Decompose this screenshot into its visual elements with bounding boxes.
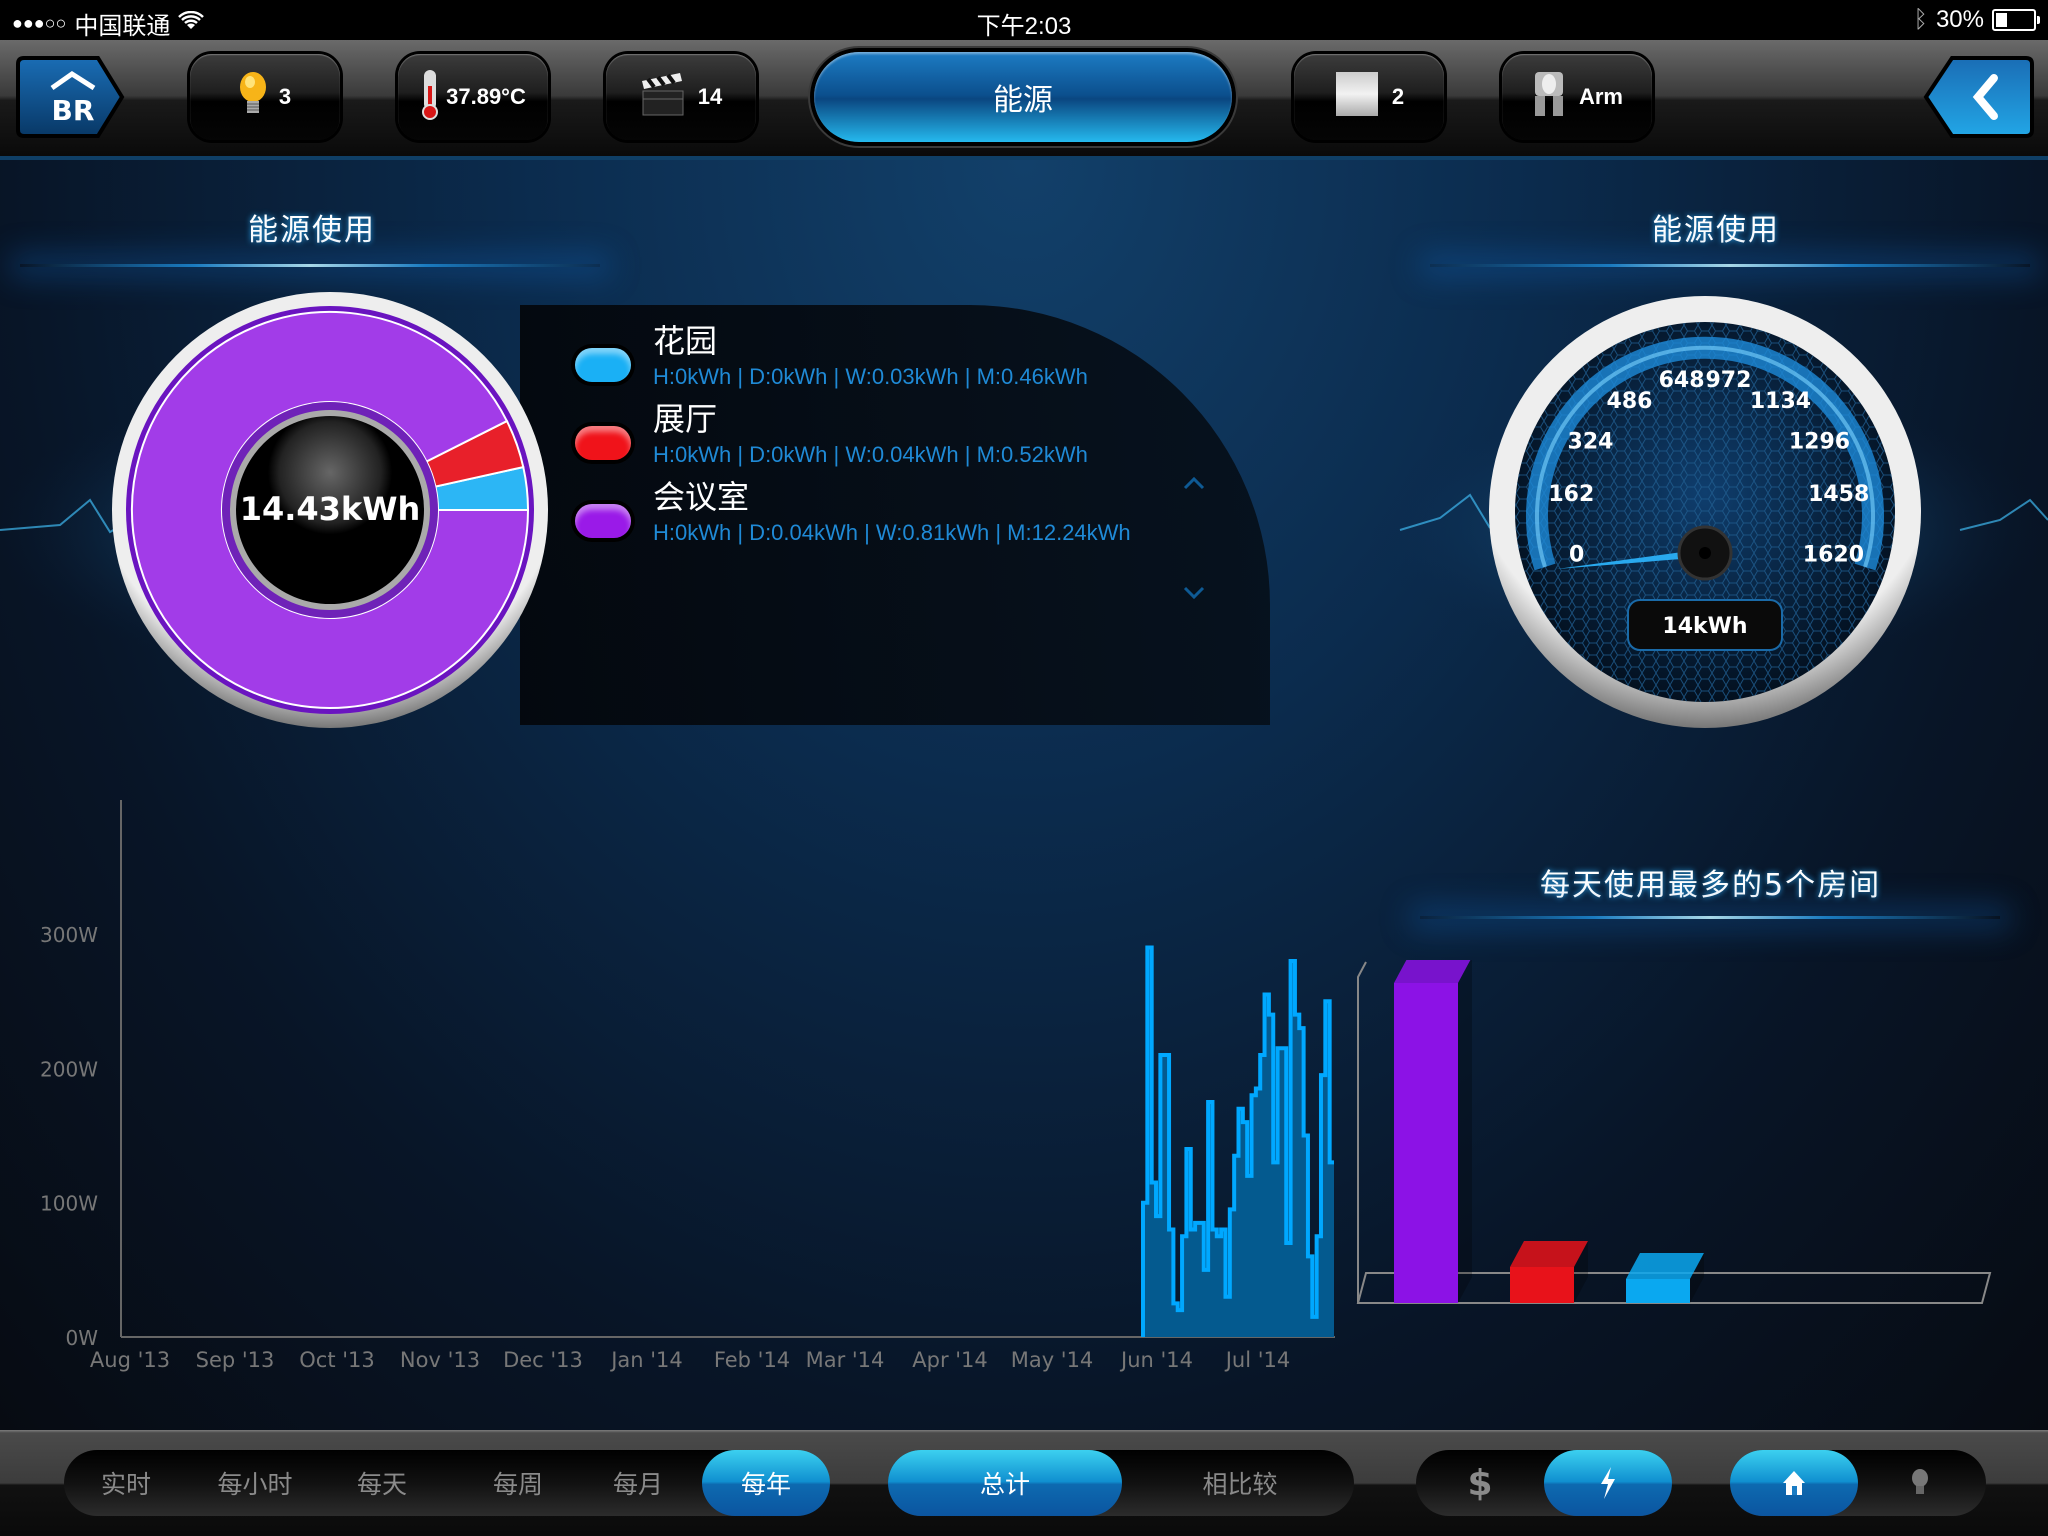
title-divider xyxy=(1420,916,2000,919)
legend-room-detail: H:0kWh | D:0kWh | W:0.03kWh | M:0.46kWh xyxy=(653,364,1088,389)
gauge-readout: 14kWh xyxy=(1662,614,1747,639)
bluetooth-icon: ᛒ xyxy=(1913,6,1928,33)
security-tile[interactable]: Arm xyxy=(1502,54,1652,140)
legend-room-name: 展厅 xyxy=(653,400,718,438)
bar-front xyxy=(1394,983,1458,1303)
gauge-tick-label: 1620 xyxy=(1803,543,1864,568)
shutter-icon xyxy=(1334,70,1380,124)
energy-gauge: 0 162 324 486648 9721134 1296 1458 1620 14kWh xyxy=(1489,296,1921,728)
gauge-tick-label: 1458 xyxy=(1808,482,1869,507)
period-weekly[interactable]: 每周 xyxy=(478,1450,558,1516)
legend-swatch xyxy=(575,426,631,460)
top-rooms-bar-chart xyxy=(1356,960,1992,1304)
x-tick-label: Dec '13 xyxy=(503,1348,583,1372)
bottom-bar: 实时 每小时 每天 每周 每月 每年 总计 相比较 $ xyxy=(0,1430,2048,1536)
x-tick-label: May '14 xyxy=(1011,1348,1094,1372)
gauge-tick-label: 1296 xyxy=(1789,429,1850,454)
right-panel-title: 能源使用 xyxy=(1652,213,1780,248)
top-rooms-title: 每天使用最多的5个房间 xyxy=(1540,868,1882,903)
donut-total-label: 14.43kWh xyxy=(240,490,421,528)
lights-tile[interactable]: 3 xyxy=(190,54,340,140)
status-bar: ●●●○○ 中国联通 下午2:03 ᛒ 30% xyxy=(0,0,2048,40)
battery-fill xyxy=(1996,13,2007,27)
mode-compare[interactable]: 相比较 xyxy=(1160,1450,1320,1516)
bar-front xyxy=(1510,1267,1574,1303)
scroll-down-button[interactable] xyxy=(1182,578,1206,608)
y-tick-label: 0W xyxy=(66,1326,99,1350)
security-status: Arm xyxy=(1578,84,1623,109)
legend-room-name: 会议室 xyxy=(653,478,750,516)
y-tick-label: 300W xyxy=(40,923,98,947)
temperature-value: 37.89°C xyxy=(446,84,526,109)
page-title: 能源 xyxy=(993,83,1053,118)
legend-room-detail: H:0kWh | D:0.04kWh | W:0.81kWh | M:12.24… xyxy=(653,520,1131,545)
period-yearly[interactable]: 每年 xyxy=(702,1450,830,1516)
bar-front xyxy=(1626,1279,1690,1303)
left-panel-title: 能源使用 xyxy=(248,213,376,248)
x-tick-label: Feb '14 xyxy=(714,1348,790,1372)
x-tick-label: Jun '14 xyxy=(1119,1348,1193,1372)
energy-donut-chart: 14.43kWh xyxy=(112,292,548,728)
lights-count: 3 xyxy=(278,84,292,109)
gauge-tick-label: 162 xyxy=(1548,482,1594,507)
x-tick-label: Jan '14 xyxy=(609,1348,683,1372)
x-tick-label: Apr '14 xyxy=(912,1348,988,1372)
home-button[interactable]: BR xyxy=(16,54,126,140)
x-tick-label: Nov '13 xyxy=(400,1348,480,1372)
shutters-tile[interactable]: 2 xyxy=(1294,54,1444,140)
clock: 下午2:03 xyxy=(976,13,1072,40)
title-divider xyxy=(20,264,600,267)
top-toolbar: BR 3 37.89°C 14 能源 2 Arm xyxy=(0,40,2048,160)
energy-title-button[interactable]: 能源 xyxy=(814,52,1232,142)
period-hourly[interactable]: 每小时 xyxy=(205,1450,305,1516)
temperature-tile[interactable]: 37.89°C xyxy=(398,54,548,140)
gauge-tick-label: 0 xyxy=(1569,543,1584,568)
x-tick-label: Sep '13 xyxy=(196,1348,275,1372)
lightbulb-icon xyxy=(1912,1469,1928,1494)
y-tick-label: 200W xyxy=(40,1057,98,1081)
y-tick-label: 100W xyxy=(40,1192,98,1216)
scroll-up-button[interactable] xyxy=(1182,468,1206,498)
gauge-tick-label: 972 xyxy=(1705,368,1751,393)
legend-room-detail: H:0kWh | D:0kWh | W:0.04kWh | M:0.52kWh xyxy=(653,442,1088,467)
mode-total[interactable]: 总计 xyxy=(888,1450,1122,1516)
dollar-button[interactable]: $ xyxy=(1440,1450,1520,1516)
security-icon xyxy=(1531,70,1567,124)
title-divider xyxy=(1430,264,2030,267)
gauge-tick-label: 648 xyxy=(1659,368,1705,393)
svg-text:BR: BR xyxy=(52,94,95,127)
house-icon xyxy=(1783,1471,1805,1495)
scenes-tile[interactable]: 14 xyxy=(606,54,756,140)
legend-swatch xyxy=(575,504,631,538)
bar-side xyxy=(1458,960,1472,1303)
legend-swatch xyxy=(575,348,631,382)
x-tick-label: Aug '13 xyxy=(90,1348,170,1372)
x-tick-label: Oct '13 xyxy=(299,1348,374,1372)
gauge-tick-label: 1134 xyxy=(1750,389,1811,414)
gauge-tick-label: 486 xyxy=(1607,389,1653,414)
scenes-count: 14 xyxy=(697,84,723,109)
chevron-down-icon xyxy=(1183,586,1205,600)
chevron-up-icon xyxy=(1183,476,1205,490)
device-view-button[interactable] xyxy=(1880,1450,1960,1516)
thermometer-icon xyxy=(420,68,440,126)
legend-room-name: 花园 xyxy=(653,322,718,360)
period-realtime[interactable]: 实时 xyxy=(86,1450,166,1516)
back-button[interactable] xyxy=(1922,54,2034,140)
energy-button[interactable] xyxy=(1544,1450,1672,1516)
period-daily[interactable]: 每天 xyxy=(342,1450,422,1516)
shutters-count: 2 xyxy=(1391,84,1405,109)
lightning-icon xyxy=(1601,1467,1615,1499)
dollar-icon: $ xyxy=(1467,1462,1493,1504)
period-monthly[interactable]: 每月 xyxy=(598,1450,678,1516)
battery-percent: 30% xyxy=(1935,6,1984,33)
power-area-chart: 0W 100W 200W 300W Aug '13 Sep '13 Oct '13 Nov … xyxy=(40,800,1335,1372)
x-tick-label: Mar '14 xyxy=(806,1348,885,1372)
battery-icon xyxy=(1992,9,2040,31)
house-view-button[interactable] xyxy=(1730,1450,1858,1516)
x-tick-label: Jul '14 xyxy=(1224,1348,1291,1372)
lightbulb-icon xyxy=(239,71,267,123)
gauge-tick-label: 324 xyxy=(1568,429,1614,454)
clapperboard-icon xyxy=(640,71,686,123)
